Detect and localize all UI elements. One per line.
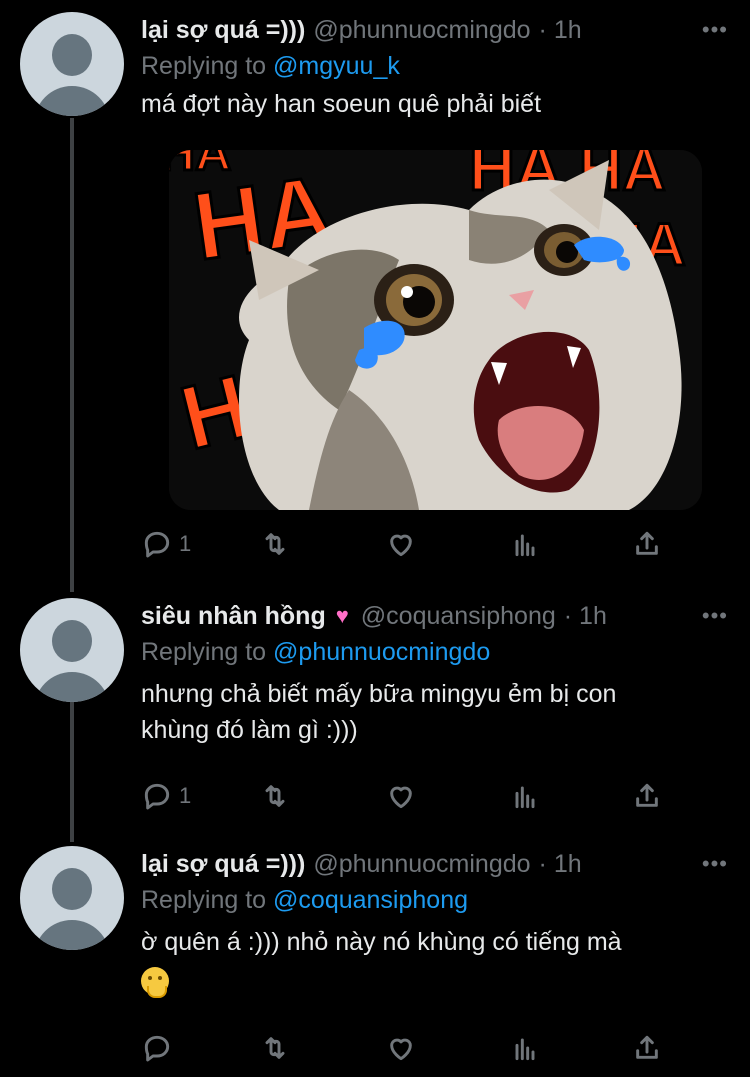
user-handle[interactable]: @phunnuocmingdo	[313, 12, 530, 48]
mention-link[interactable]: @mgyuu_k	[273, 52, 400, 80]
reply-button[interactable]	[141, 1028, 179, 1068]
share-icon	[636, 1035, 658, 1059]
share-icon	[636, 531, 658, 555]
tweet-text-line: má đợt này han soeun quê phải biết	[141, 90, 542, 118]
display-name[interactable]: lại sợ quá =)))	[141, 846, 305, 882]
retweet-button[interactable]	[259, 1028, 291, 1068]
tweet-header: lại sợ quá =))) @phunnuocmingdo · 1h •••	[141, 846, 730, 882]
replying-prefix: Replying to	[141, 638, 267, 666]
analytics-button[interactable]	[509, 776, 541, 816]
retweet-button[interactable]	[259, 776, 291, 816]
tweet-text-line: khùng đó làm gì :)))	[141, 716, 358, 744]
analytics-icon	[515, 786, 535, 809]
replying-prefix: Replying to	[141, 886, 267, 914]
tweet-text-line: nhưng chả biết mấy bữa mingyu ẻm bị con	[141, 680, 617, 708]
tweet-header: siêu nhân hồng ♥ @coquansiphong · 1h •••	[141, 598, 730, 634]
retweet-icon	[265, 785, 285, 807]
tweet-image[interactable]: HA HA HA HA HA HA	[169, 150, 702, 510]
avatar[interactable]	[20, 846, 124, 950]
display-name[interactable]: lại sợ quá =)))	[141, 12, 305, 48]
avatar[interactable]	[20, 12, 124, 116]
avatar[interactable]	[20, 598, 124, 702]
tweet-actions: 1	[141, 524, 681, 564]
tweet-text: ờ quên á :))) nhỏ này nó khùng có tiếng …	[141, 924, 730, 999]
analytics-button[interactable]	[509, 1028, 541, 1068]
timestamp[interactable]: · 1h	[539, 846, 582, 882]
tweet-text-line	[141, 960, 730, 999]
tweet-text: má đợt này han soeun quê phải biết	[141, 86, 730, 122]
replying-to: Replying to @coquansiphong	[141, 882, 730, 918]
reply-button[interactable]: 1	[141, 524, 191, 564]
reply-icon	[144, 1035, 170, 1062]
display-name[interactable]: siêu nhân hồng	[141, 598, 326, 634]
like-button[interactable]	[385, 776, 417, 816]
retweet-icon	[265, 1037, 285, 1059]
reply-icon	[144, 531, 170, 558]
like-icon	[390, 534, 412, 557]
like-icon	[390, 786, 412, 809]
mention-link[interactable]: @coquansiphong	[273, 886, 468, 914]
tweet-actions: 1	[141, 776, 681, 816]
reply-count: 1	[179, 783, 192, 808]
reply-icon	[144, 783, 170, 810]
timestamp[interactable]: · 1h	[564, 598, 607, 634]
timestamp[interactable]: · 1h	[539, 12, 582, 48]
tweet-header: lại sợ quá =))) @phunnuocmingdo · 1h •••	[141, 12, 730, 48]
mention-link[interactable]: @phunnuocmingdo	[273, 638, 490, 666]
share-button[interactable]	[631, 776, 663, 816]
more-icon[interactable]: •••	[702, 12, 728, 48]
analytics-button[interactable]	[509, 524, 541, 564]
more-icon[interactable]: •••	[702, 846, 728, 882]
replying-to: Replying to @phunnuocmingdo	[141, 634, 730, 670]
like-button[interactable]	[385, 1028, 417, 1068]
heart-emoji-icon: ♥	[335, 603, 349, 628]
like-icon	[390, 1038, 412, 1061]
retweet-button[interactable]	[259, 524, 291, 564]
cat-meme-image: HA HA HA HA HA HA	[169, 150, 702, 510]
more-icon[interactable]: •••	[702, 598, 728, 634]
share-button[interactable]	[631, 524, 663, 564]
like-button[interactable]	[385, 524, 417, 564]
analytics-icon	[515, 534, 535, 557]
replying-prefix: Replying to	[141, 52, 267, 80]
replying-to: Replying to @mgyuu_k	[141, 48, 730, 84]
reply-count: 1	[179, 531, 192, 556]
face-emoji-icon	[141, 967, 169, 999]
user-handle[interactable]: @phunnuocmingdo	[313, 846, 530, 882]
tweet-text-line: ờ quên á :))) nhỏ này nó khùng có tiếng …	[141, 928, 622, 956]
reply-button[interactable]: 1	[141, 776, 191, 816]
tweet-text: nhưng chả biết mấy bữa mingyu ẻm bị con …	[141, 676, 730, 748]
analytics-icon	[515, 1038, 535, 1061]
retweet-icon	[265, 533, 285, 555]
tweet-actions	[141, 1028, 681, 1068]
share-button[interactable]	[631, 1028, 663, 1068]
share-icon	[636, 783, 658, 807]
tweet[interactable]: lại sợ quá =))) @phunnuocmingdo · 1h •••…	[0, 846, 750, 1026]
user-handle[interactable]: @coquansiphong	[361, 598, 556, 634]
ha-text: HA	[169, 150, 231, 181]
